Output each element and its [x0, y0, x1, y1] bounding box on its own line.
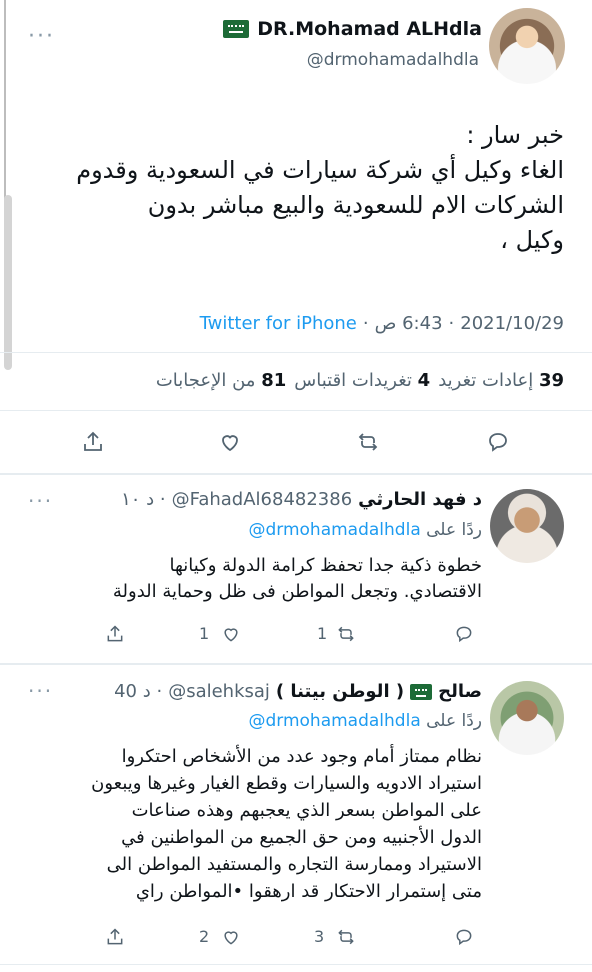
reply-icon[interactable] [450, 620, 478, 648]
reply-avatar[interactable] [490, 681, 564, 755]
retweet-icon[interactable] [332, 923, 360, 951]
tweet-source-link[interactable]: Twitter for iPhone [200, 313, 357, 334]
reply-header: د فهد الحارثي @FahadAl68482386 د ١٠ · [121, 489, 482, 510]
reply-avatar[interactable] [490, 489, 564, 563]
quotes-stat[interactable]: 4 تغريدات اقتباس [294, 370, 430, 391]
tweet-text: خبر سار : الغاء وكيل أي شركة سيارات في ا… [24, 118, 564, 258]
replying-mention[interactable]: @drmohamadalhdla [248, 520, 420, 540]
share-icon[interactable] [79, 428, 107, 456]
reply-tweet[interactable]: د فهد الحارثي @FahadAl68482386 د ١٠ · ··… [0, 475, 592, 663]
reply-text-line: نظام ممتاز أمام وجود عدد من الأشخاص احتك… [121, 746, 482, 767]
replying-to: ردًا على @drmohamadalhdla [248, 711, 482, 731]
author-name-row: DR.Mohamad ALHdla [223, 18, 482, 40]
more-options-icon[interactable]: ··· [28, 679, 53, 703]
tweet-date: 2021/10/29 [460, 313, 564, 334]
retweet-count: 3 [314, 927, 325, 946]
reply-header: صالح ( الوطن بيتنا ) @salehksaj 40 د · [114, 681, 482, 702]
replying-to: ردًا على @drmohamadalhdla [248, 520, 482, 540]
like-count: 1 [199, 624, 210, 643]
replying-prefix: ردًا على [426, 520, 482, 540]
main-tweet: DR.Mohamad ALHdla @drmohamadalhdla ··· خ… [0, 0, 592, 472]
reply-time: 40 د · [114, 681, 163, 702]
reply-tweet[interactable]: صالح ( الوطن بيتنا ) @salehksaj 40 د · ·… [0, 665, 592, 965]
tweet-text-line: الغاء وكيل أي شركة سيارات في السعودية وق… [76, 156, 564, 184]
reply-text-line: استيراد الادويه والسيارات وقطع الغيار وغ… [91, 773, 482, 794]
likes-stat[interactable]: 81 من الإعجابات [156, 370, 286, 391]
reply-author-handle[interactable]: @salehksaj [168, 681, 270, 702]
meta-separator: · [448, 313, 455, 334]
reply-icon[interactable] [484, 428, 512, 456]
like-icon[interactable] [216, 428, 244, 456]
reply-actions: 1 1 [0, 620, 592, 650]
reply-text-line: على المواطن بسعر الذي يعجبهم وهذه صناعات [131, 800, 482, 821]
saudi-flag-icon [223, 20, 250, 38]
divider [0, 964, 592, 965]
share-icon[interactable] [101, 923, 129, 951]
reply-text: نظام ممتاز أمام وجود عدد من الأشخاص احتك… [22, 743, 482, 905]
reply-author-handle[interactable]: @FahadAl68482386 [172, 489, 353, 510]
tweet-time: 6:43 ص [374, 313, 443, 334]
reply-icon[interactable] [450, 923, 478, 951]
reply-text-line: متى إستمرار الاحتكار قد ارهقوا •المواطن … [135, 881, 482, 902]
retweet-icon[interactable] [354, 428, 382, 456]
reply-author-name[interactable]: د فهد الحارثي [358, 489, 482, 510]
meta-separator: · [362, 313, 369, 334]
author-avatar[interactable] [489, 8, 565, 84]
more-options-icon[interactable]: ··· [28, 24, 55, 49]
reply-text-line: الدول الأجنبيه ومن حق الجميع من المواطني… [121, 827, 482, 848]
reply-text-line: خطوة ذكية جدا تحفظ كرامة الدولة وكيانها [169, 555, 482, 576]
share-icon[interactable] [101, 620, 129, 648]
reply-actions: 2 3 [0, 923, 592, 953]
reply-author-name[interactable]: صالح [438, 681, 482, 702]
author-handle[interactable]: @drmohamadalhdla [307, 50, 479, 70]
like-icon[interactable] [217, 620, 245, 648]
retweets-stat[interactable]: 39 إعادات تغريد [438, 370, 564, 391]
reply-author-name-suffix[interactable]: ( الوطن بيتنا ) [276, 681, 404, 702]
retweet-icon[interactable] [332, 620, 360, 648]
replying-mention[interactable]: @drmohamadalhdla [248, 711, 420, 731]
reply-text-line: الاقتصادي. وتجعل المواطن فى ظل وحماية ال… [112, 581, 482, 602]
reply-text-line: الاستيراد وممارسة التجاره والمستفيد المو… [106, 854, 482, 875]
retweet-count: 1 [317, 624, 328, 643]
tweet-actions [0, 428, 592, 458]
tweet-stats: 39 إعادات تغريد 4 تغريدات اقتباس 81 من ا… [156, 370, 564, 391]
tweet-text-line: وكيل ، [500, 226, 564, 254]
like-icon[interactable] [217, 923, 245, 951]
like-count: 2 [199, 927, 210, 946]
tweet-meta: Twitter for iPhone · 6:43 ص · 2021/10/29 [200, 313, 564, 334]
divider [0, 352, 592, 353]
author-name[interactable]: DR.Mohamad ALHdla [257, 18, 482, 40]
tweet-text-line: الشركات الام للسعودية والبيع مباشر بدون [147, 191, 564, 219]
reply-time: د ١٠ · [121, 489, 166, 510]
more-options-icon[interactable]: ··· [28, 489, 53, 513]
tweet-text-line: خبر سار : [466, 121, 564, 149]
saudi-flag-icon [410, 683, 433, 700]
reply-text: خطوة ذكية جدا تحفظ كرامة الدولة وكيانها … [22, 553, 482, 605]
replying-prefix: ردًا على [426, 711, 482, 731]
divider [0, 410, 592, 411]
